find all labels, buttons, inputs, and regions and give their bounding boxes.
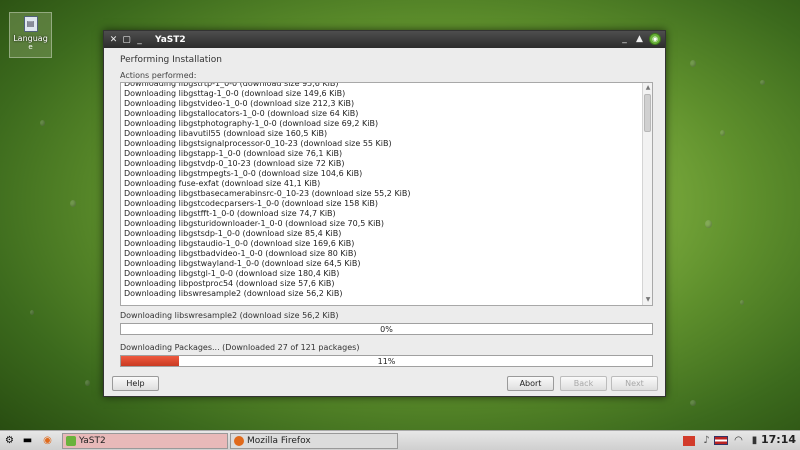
- log-line: Downloading libgstwayland-1_0-0 (downloa…: [124, 259, 361, 268]
- current-package-progress: 0%: [120, 323, 653, 335]
- minimize-icon[interactable]: _: [134, 34, 145, 45]
- clock: 17:14: [760, 433, 796, 446]
- next-button[interactable]: Next: [611, 376, 658, 391]
- task-label: Mozilla Firefox: [247, 436, 311, 446]
- scroll-up-arrow-icon[interactable]: ▲: [643, 83, 652, 93]
- yast-window: ✕ ▢ _ YaST2 _ ▲ ◉ Performing Installatio…: [103, 30, 666, 397]
- titlebar[interactable]: ✕ ▢ _ YaST2 _ ▲ ◉: [104, 31, 665, 48]
- actions-label: Actions performed:: [120, 71, 197, 80]
- back-button[interactable]: Back: [560, 376, 607, 391]
- log-line: Downloading libgstcodecparsers-1_0-0 (do…: [124, 199, 378, 208]
- maximize-icon[interactable]: ▢: [121, 34, 132, 45]
- yast-task-icon: [66, 436, 76, 446]
- document-icon: ▤: [23, 16, 38, 32]
- task-yast2[interactable]: YaST2: [62, 433, 228, 449]
- scrollbar-thumb[interactable]: [644, 94, 651, 132]
- firefox-task-icon: [234, 436, 244, 446]
- log-line: Downloading libgstfft-1_0-0 (download si…: [124, 209, 336, 218]
- total-packages-label: Downloading Packages... (Downloaded 27 o…: [120, 343, 360, 352]
- minimize-right-icon[interactable]: _: [619, 34, 630, 45]
- log-line: Downloading libgstphotography-1_0-0 (dow…: [124, 119, 379, 128]
- task-firefox[interactable]: Mozilla Firefox: [230, 433, 398, 449]
- keyboard-layout-flag-icon[interactable]: [714, 436, 728, 445]
- suse-logo-icon: ◉: [649, 33, 661, 45]
- taskbar: ⚙ ▬ ◉ YaST2 Mozilla Firefox ♪ ◠ ▮ 17:14: [0, 430, 800, 450]
- start-menu-gear-icon[interactable]: ⚙: [3, 434, 16, 447]
- actions-log[interactable]: Downloading libgstrtp-1_0-0 (download si…: [120, 82, 653, 306]
- volume-icon[interactable]: ♪: [700, 434, 713, 447]
- log-line: Downloading libgstsignalprocessor-0_10-2…: [124, 139, 392, 148]
- desktop-icon-language[interactable]: ▤ Languag e: [9, 12, 52, 58]
- current-progress-percent: 0%: [380, 325, 393, 334]
- log-scrollbar[interactable]: ▲ ▼: [642, 83, 652, 305]
- log-line: Downloading libgstrtp-1_0-0 (download si…: [124, 82, 339, 88]
- file-manager-icon[interactable]: ▬: [21, 434, 34, 447]
- update-notifier-icon[interactable]: [683, 436, 695, 446]
- battery-icon[interactable]: ▮: [748, 434, 761, 447]
- log-line: Downloading libgstvdp-0_10-23 (download …: [124, 159, 345, 168]
- scroll-down-arrow-icon[interactable]: ▼: [643, 295, 652, 305]
- log-line: Downloading libgstallocators-1_0-0 (down…: [124, 109, 359, 118]
- close-icon[interactable]: ✕: [108, 34, 119, 45]
- log-line: Downloading libpostproc54 (download size…: [124, 279, 335, 288]
- log-line: Downloading libgsturidownloader-1_0-0 (d…: [124, 219, 384, 228]
- network-wifi-icon[interactable]: ◠: [732, 434, 745, 447]
- log-line: Downloading libgstbasecamerabinsrc-0_10-…: [124, 189, 411, 198]
- abort-button[interactable]: Abort: [507, 376, 554, 391]
- total-progress-percent: 11%: [377, 357, 396, 366]
- help-button[interactable]: Help: [112, 376, 159, 391]
- log-line: Downloading libgstsdp-1_0-0 (download si…: [124, 229, 342, 238]
- log-line: Downloading libgstapp-1_0-0 (download si…: [124, 149, 343, 158]
- log-line: Downloading libgstvideo-1_0-0 (download …: [124, 99, 355, 108]
- log-lines: Downloading libgstrtp-1_0-0 (download si…: [122, 82, 640, 299]
- log-line: Downloading fuse-exfat (download size 41…: [124, 179, 321, 188]
- page-heading: Performing Installation: [120, 55, 222, 65]
- window-title: YaST2: [155, 34, 186, 45]
- log-line: Downloading libgstaudio-1_0-0 (download …: [124, 239, 355, 248]
- firefox-launcher-icon[interactable]: ◉: [41, 434, 54, 447]
- log-line: Downloading libgstmpegts-1_0-0 (download…: [124, 169, 363, 178]
- total-packages-progress: 11%: [120, 355, 653, 367]
- log-line: Downloading libgstbadvideo-1_0-0 (downlo…: [124, 249, 357, 258]
- desktop-icon-label-sub: e: [28, 43, 33, 51]
- desktop-icon-label: Languag: [13, 34, 48, 43]
- log-line: Downloading libavutil55 (download size 1…: [124, 129, 328, 138]
- scroll-up-icon[interactable]: ▲: [634, 34, 645, 45]
- log-line: Downloading libgsttag-1_0-0 (download si…: [124, 89, 346, 98]
- log-line: Downloading libgstgl-1_0-0 (download siz…: [124, 269, 340, 278]
- log-line: Downloading libswresample2 (download siz…: [124, 289, 343, 298]
- current-package-label: Downloading libswresample2 (download siz…: [120, 311, 339, 320]
- task-label: YaST2: [79, 436, 106, 446]
